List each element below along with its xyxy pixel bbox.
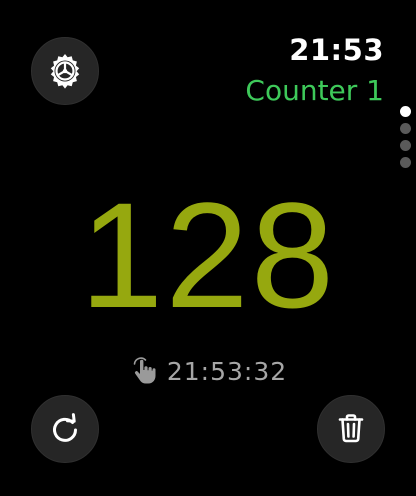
last-tap-time: 21:53:32 xyxy=(166,356,288,386)
hand-tap-icon xyxy=(133,357,156,384)
counter-value[interactable]: 128 xyxy=(0,180,416,330)
page-indicator[interactable] xyxy=(400,106,412,174)
page-dot-2 xyxy=(400,123,411,134)
counter-name: Counter 1 xyxy=(245,74,384,107)
page-dot-4 xyxy=(400,157,411,168)
last-tap-info: 21:53:32 xyxy=(0,356,416,386)
trash-icon xyxy=(338,414,364,443)
page-dot-1 xyxy=(400,106,411,117)
settings-button[interactable] xyxy=(31,37,99,105)
reset-arrow-icon xyxy=(53,413,77,442)
reset-button[interactable] xyxy=(31,395,99,463)
status-time: 21:53 xyxy=(289,33,384,67)
delete-button[interactable] xyxy=(317,395,385,463)
gear-icon xyxy=(50,54,80,89)
page-dot-3 xyxy=(400,140,411,151)
